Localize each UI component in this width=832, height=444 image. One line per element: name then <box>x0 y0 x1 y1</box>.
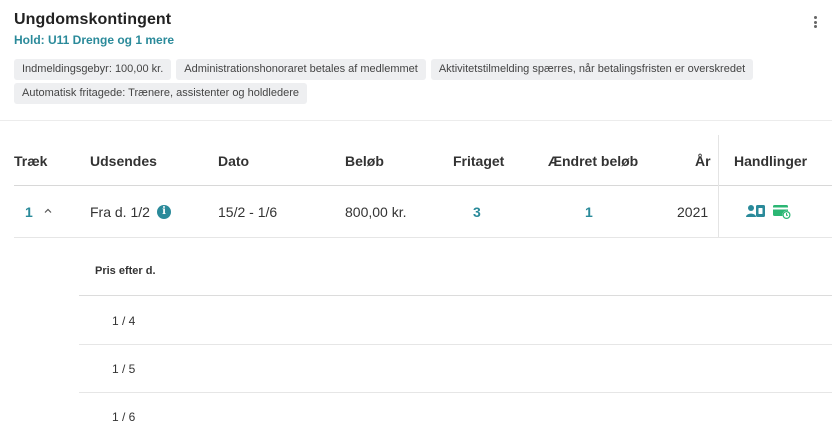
subtable-header-divider <box>79 295 832 296</box>
column-header-aar: År <box>695 153 711 169</box>
chevron-up-icon[interactable] <box>44 207 52 215</box>
member-card-icon[interactable] <box>746 204 766 219</box>
column-header-traek: Træk <box>14 153 48 169</box>
column-header-fritaget: Fritaget <box>453 153 505 169</box>
column-header-udsendes: Udsendes <box>90 153 157 169</box>
column-header-handlinger: Handlinger <box>734 153 808 169</box>
tag-activity-block: Aktivitetstilmelding spærres, når betali… <box>430 59 754 80</box>
card-header: Ungdomskontingent Hold: U11 Drenge og 1 … <box>14 11 824 47</box>
info-icon[interactable]: i <box>157 205 171 219</box>
header-divider <box>14 185 832 186</box>
column-header-beloeb: Beløb <box>345 153 384 169</box>
traek-number[interactable]: 1 <box>25 204 33 220</box>
more-options-icon[interactable] <box>810 13 820 31</box>
list-item: 1 / 4 <box>112 314 136 328</box>
page-title: Ungdomskontingent <box>14 11 172 28</box>
subtable-row-divider <box>79 392 832 393</box>
settings-tags: Indmeldingsgebyr: 100,00 kr. Administrat… <box>14 59 774 104</box>
row-divider <box>14 237 832 238</box>
column-header-aendret: Ændret beløb <box>548 153 639 169</box>
aendret-count[interactable]: 1 <box>585 204 593 220</box>
beloeb-value: 800,00 kr. <box>345 204 407 220</box>
tag-signup-fee: Indmeldingsgebyr: 100,00 kr. <box>14 59 172 80</box>
fritaget-count[interactable]: 3 <box>473 204 481 220</box>
subtable-header: Pris efter d. <box>95 265 156 277</box>
list-item: 1 / 6 <box>112 410 136 424</box>
column-header-dato: Dato <box>218 153 250 169</box>
tag-auto-exempt: Automatisk fritagede: Trænere, assistent… <box>14 83 307 104</box>
tag-admin-fee: Administrationshonoraret betales af medl… <box>176 59 426 80</box>
subtable-row-divider <box>79 344 832 345</box>
udsendes-value: Fra d. 1/2 <box>90 204 150 220</box>
dato-value: 15/2 - 1/6 <box>218 204 278 220</box>
list-item: 1 / 5 <box>112 362 136 376</box>
actions-separator <box>718 135 719 238</box>
section-divider <box>0 120 832 121</box>
aar-value: 2021 <box>677 204 709 220</box>
team-subtitle[interactable]: Hold: U11 Drenge og 1 mere <box>14 33 824 47</box>
card-clock-icon[interactable] <box>773 204 792 220</box>
